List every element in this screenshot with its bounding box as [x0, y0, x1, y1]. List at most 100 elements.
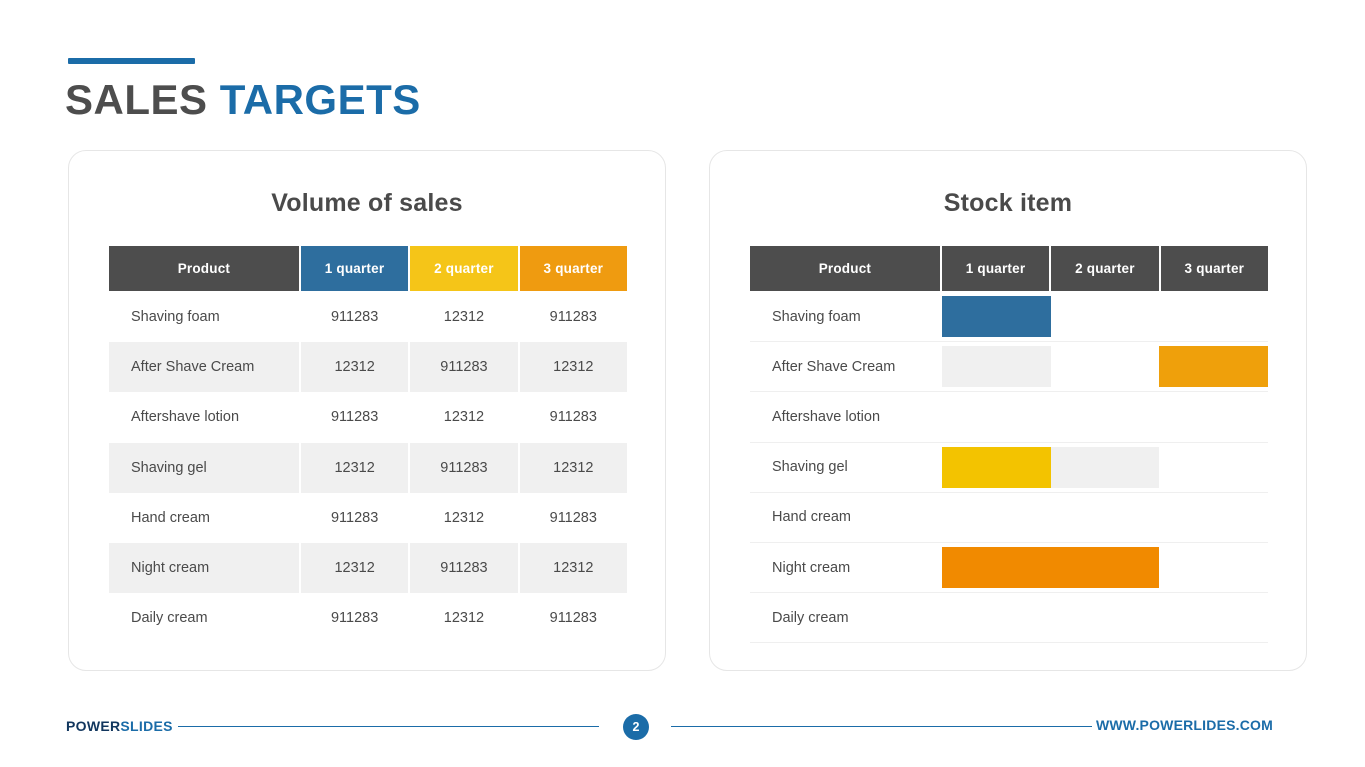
column-header-q1[interactable]: 1 quarter — [300, 246, 409, 291]
cell-q3: 911283 — [549, 509, 597, 526]
column-header-product[interactable]: Product — [750, 246, 940, 291]
cell-q1: 911283 — [330, 610, 379, 627]
page-number-badge: 2 — [623, 714, 649, 740]
page-title: SALES TARGETS — [65, 74, 421, 126]
column-header-product[interactable]: Product — [109, 246, 299, 291]
table-row: Shaving gel 12312 911283 12312 — [109, 442, 627, 493]
cell-product: Night cream — [772, 559, 851, 576]
cell-q2 — [1050, 443, 1160, 492]
brand-logo: POWERSLIDES — [66, 718, 173, 734]
cell-product: Shaving foam — [772, 308, 861, 325]
table-row: Daily cream 911283 12312 911283 — [109, 593, 627, 643]
table-row: After Shave Cream 12312 911283 12312 — [109, 342, 627, 393]
cell-q1: 911283 — [330, 409, 379, 426]
footer-rule-right — [671, 726, 1092, 727]
table-row: Night cream 12312 911283 12312 — [109, 542, 627, 594]
stock-bar-grey — [942, 346, 1051, 388]
page-title-part-1: SALES — [65, 76, 220, 123]
cell-q3 — [1159, 543, 1268, 592]
cell-q1 — [942, 392, 1051, 441]
table-row: Shaving foam — [750, 292, 1268, 343]
footer: POWERSLIDES WWW.POWERLIDES.COM — [0, 710, 1365, 750]
slide: SALES TARGETS Volume of sales Product 1 … — [0, 0, 1365, 767]
column-header-q3[interactable]: 3 quarter — [1160, 246, 1269, 291]
cell-q2 — [1051, 392, 1160, 441]
stock-bar-grey — [1050, 446, 1160, 488]
cell-product: Daily cream — [131, 610, 208, 627]
cell-q1 — [942, 443, 1051, 492]
cell-q1 — [942, 593, 1051, 642]
cell-q3 — [1159, 392, 1268, 441]
cell-q1 — [942, 493, 1051, 542]
cell-product: Aftershave lotion — [131, 409, 240, 426]
cell-q3 — [1159, 292, 1268, 341]
cell-product: After Shave Cream — [109, 342, 299, 393]
card-left-title: Volume of sales — [271, 189, 463, 217]
cell-q3: 911283 — [549, 610, 597, 627]
stock-bar-orange — [942, 546, 1051, 589]
cell-q2 — [1050, 543, 1160, 592]
table-row: After Shave Cream — [750, 342, 1268, 393]
table-body: Shaving foam After Shave Cream Aftershave … — [750, 292, 1268, 644]
cell-q3: 12312 — [519, 342, 627, 393]
card-stock-item: Stock item Product 1 quarter 2 quarter 3… — [709, 150, 1307, 671]
cell-q2: 911283 — [410, 342, 518, 393]
table-row: Aftershave lotion 911283 12312 911283 — [109, 392, 627, 442]
card-volume-of-sales: Volume of sales Product 1 quarter 2 quar… — [68, 150, 666, 671]
table-header-row: Product 1 quarter 2 quarter 3 quarter — [750, 246, 1269, 291]
page-title-part-2: TARGETS — [219, 76, 421, 123]
cell-q2: 12312 — [443, 409, 485, 426]
site-url[interactable]: WWW.POWERLIDES.COM — [1096, 717, 1273, 733]
table-row: Night cream — [750, 543, 1268, 594]
cell-product: Daily cream — [772, 609, 849, 626]
cell-q1 — [942, 543, 1051, 592]
cell-q2: 911283 — [410, 442, 518, 493]
stock-bar-orange — [1050, 546, 1160, 589]
cell-q1: 12312 — [300, 442, 409, 493]
cell-q3 — [1159, 342, 1268, 391]
cell-product: Hand cream — [131, 509, 210, 526]
cell-q2: 12312 — [443, 509, 485, 526]
column-header-q1[interactable]: 1 quarter — [941, 246, 1050, 291]
stock-bar-blue — [942, 296, 1051, 338]
brand-part-1: POWER — [66, 718, 121, 734]
cell-q2 — [1051, 593, 1160, 642]
brand-part-2: SLIDES — [120, 718, 173, 734]
cell-q1: 911283 — [330, 309, 379, 326]
table-row: Aftershave lotion — [750, 392, 1268, 443]
table-row: Shaving foam 911283 12312 911283 — [109, 292, 627, 342]
column-header-q2[interactable]: 2 quarter — [1051, 246, 1159, 291]
column-header-q2[interactable]: 2 quarter — [410, 246, 518, 291]
cell-q1 — [942, 342, 1051, 391]
cell-q3 — [1159, 493, 1268, 542]
cell-q1: 12312 — [300, 542, 409, 594]
cell-q3 — [1159, 443, 1268, 492]
cell-product: Aftershave lotion — [772, 408, 881, 425]
column-header-q3[interactable]: 3 quarter — [519, 246, 628, 291]
table-row: Shaving gel — [750, 443, 1268, 493]
cell-q1: 911283 — [330, 509, 379, 526]
stock-item-table: Product 1 quarter 2 quarter 3 quarter Sh… — [750, 246, 1269, 644]
cell-product: Hand cream — [772, 509, 851, 526]
cell-q3: 12312 — [519, 442, 627, 493]
volume-of-sales-table: Product 1 quarter 2 quarter 3 quarter Sh… — [109, 246, 628, 643]
table-header-row: Product 1 quarter 2 quarter 3 quarter — [109, 246, 628, 291]
cell-q3 — [1159, 593, 1268, 642]
cell-q1 — [942, 292, 1051, 341]
table-row: Daily cream — [750, 593, 1268, 644]
stock-bar-amber — [1159, 346, 1268, 388]
cell-q2 — [1051, 342, 1160, 391]
title-accent-bar — [68, 58, 195, 64]
cell-q2: 12312 — [443, 309, 485, 326]
cell-q2: 911283 — [410, 542, 518, 594]
cell-product: Shaving foam — [131, 309, 220, 326]
cell-product: After Shave Cream — [772, 358, 896, 375]
cell-q3: 911283 — [549, 309, 597, 326]
cell-q1: 12312 — [300, 342, 409, 393]
table-row: Hand cream 911283 12312 911283 — [109, 493, 627, 543]
cell-product: Shaving gel — [772, 459, 848, 476]
cell-q3: 12312 — [519, 542, 627, 594]
cell-q3: 911283 — [549, 409, 597, 426]
cell-q2 — [1051, 292, 1160, 341]
footer-rule-left — [178, 726, 599, 727]
